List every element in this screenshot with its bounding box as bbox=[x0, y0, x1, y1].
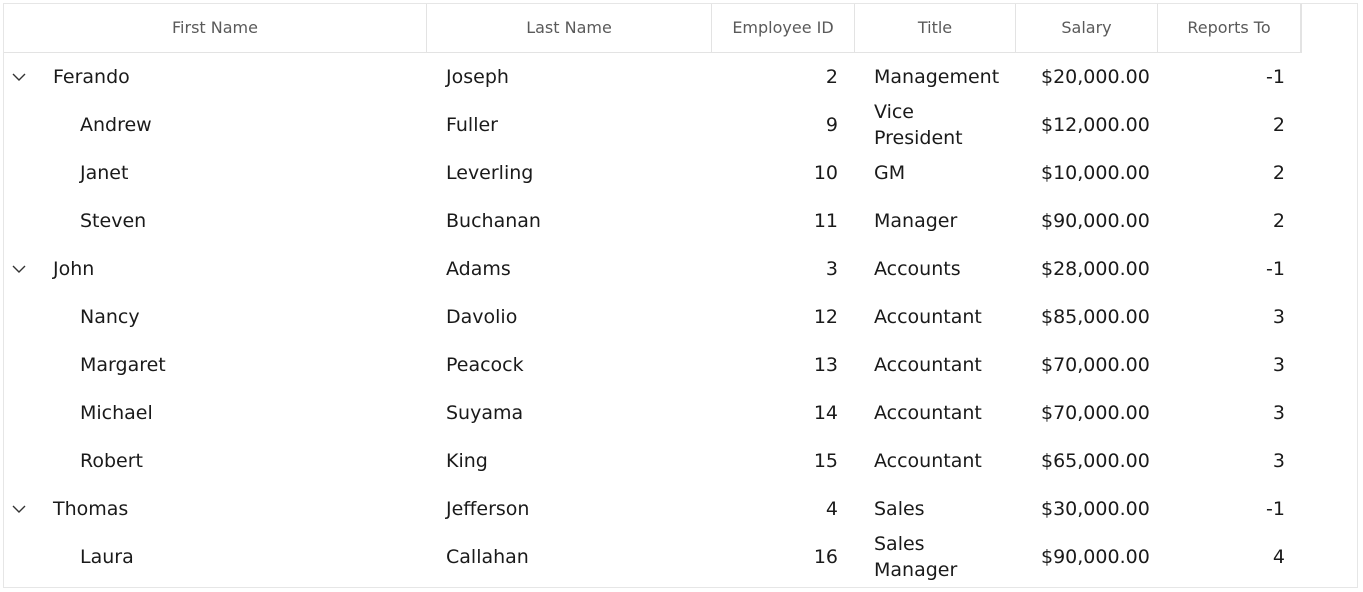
cell-first-name: John bbox=[53, 258, 95, 280]
cell-salary: $12,000.00 bbox=[1041, 114, 1150, 136]
cell-title: Sales Manager bbox=[874, 533, 958, 581]
cell-last-name: Leverling bbox=[446, 162, 534, 184]
cell-last-name: Buchanan bbox=[446, 210, 541, 232]
cell-last-name: Fuller bbox=[446, 114, 498, 136]
cell-reports-to: 2 bbox=[1272, 210, 1285, 232]
cell-title: Sales bbox=[874, 498, 925, 520]
cell-last-name: Joseph bbox=[446, 66, 509, 88]
cell-first-name: Andrew bbox=[80, 114, 152, 136]
table-row[interactable]: Janet Leverling 10 GM $10,000.00 2 bbox=[4, 149, 1304, 197]
column-header-salary[interactable]: Salary bbox=[1016, 4, 1158, 52]
cell-employee-id: 4 bbox=[825, 498, 838, 520]
cell-salary: $10,000.00 bbox=[1041, 162, 1150, 184]
cell-employee-id: 2 bbox=[825, 66, 838, 88]
table-row[interactable]: Nancy Davolio 12 Accountant $85,000.00 3 bbox=[4, 293, 1304, 341]
cell-first-name: Thomas bbox=[53, 498, 129, 520]
cell-title: Accountant bbox=[874, 306, 982, 328]
cell-reports-to: 3 bbox=[1272, 402, 1285, 424]
cell-reports-to: 2 bbox=[1272, 114, 1285, 136]
column-header-first-name[interactable]: First Name bbox=[4, 4, 427, 52]
column-header-title[interactable]: Title bbox=[855, 4, 1016, 52]
cell-salary: $28,000.00 bbox=[1041, 258, 1150, 280]
cell-employee-id: 14 bbox=[813, 402, 838, 424]
cell-employee-id: 16 bbox=[813, 546, 838, 568]
chevron-down-icon[interactable] bbox=[10, 485, 28, 533]
cell-employee-id: 9 bbox=[825, 114, 838, 136]
cell-salary: $90,000.00 bbox=[1041, 546, 1150, 568]
cell-title: Accountant bbox=[874, 402, 982, 424]
table-row[interactable]: Michael Suyama 14 Accountant $70,000.00 3 bbox=[4, 389, 1304, 437]
table-row[interactable]: Ferando Joseph 2 Management $20,000.00 -1 bbox=[4, 53, 1304, 101]
chevron-down-icon[interactable] bbox=[10, 245, 28, 293]
column-header-row: First Name Last Name Employee ID Title S… bbox=[4, 4, 1302, 53]
cell-last-name: Adams bbox=[446, 258, 511, 280]
cell-last-name: King bbox=[446, 450, 488, 472]
cell-salary: $20,000.00 bbox=[1041, 66, 1150, 88]
cell-reports-to: -1 bbox=[1266, 258, 1285, 280]
cell-last-name: Davolio bbox=[446, 306, 518, 328]
cell-reports-to: -1 bbox=[1266, 498, 1285, 520]
column-header-reports-to[interactable]: Reports To bbox=[1158, 4, 1301, 52]
table-row[interactable]: Margaret Peacock 13 Accountant $70,000.00 3 bbox=[4, 341, 1304, 389]
cell-reports-to: 3 bbox=[1272, 450, 1285, 472]
cell-reports-to: 2 bbox=[1272, 162, 1285, 184]
cell-title: GM bbox=[874, 162, 906, 184]
table-row[interactable]: John Adams 3 Accounts $28,000.00 -1 bbox=[4, 245, 1304, 293]
cell-title: Manager bbox=[874, 210, 958, 232]
table-row[interactable]: Robert King 15 Accountant $65,000.00 3 bbox=[4, 437, 1304, 485]
cell-title: Accountant bbox=[874, 354, 982, 376]
cell-first-name: Margaret bbox=[80, 354, 166, 376]
chevron-down-icon[interactable] bbox=[10, 53, 28, 101]
cell-reports-to: 3 bbox=[1272, 354, 1285, 376]
cell-title: Vice President bbox=[874, 101, 963, 149]
cell-last-name: Suyama bbox=[446, 402, 524, 424]
cell-first-name: Nancy bbox=[80, 306, 140, 328]
cell-salary: $85,000.00 bbox=[1041, 306, 1150, 328]
cell-employee-id: 13 bbox=[813, 354, 838, 376]
cell-employee-id: 15 bbox=[813, 450, 838, 472]
cell-last-name: Jefferson bbox=[446, 498, 530, 520]
cell-last-name: Callahan bbox=[446, 546, 529, 568]
table-row[interactable]: Steven Buchanan 11 Manager $90,000.00 2 bbox=[4, 197, 1304, 245]
cell-salary: $70,000.00 bbox=[1041, 354, 1150, 376]
cell-title: Accountant bbox=[874, 450, 982, 472]
cell-salary: $90,000.00 bbox=[1041, 210, 1150, 232]
cell-employee-id: 11 bbox=[813, 210, 838, 232]
tree-grid: First Name Last Name Employee ID Title S… bbox=[3, 3, 1358, 588]
cell-reports-to: 4 bbox=[1272, 546, 1285, 568]
cell-reports-to: 3 bbox=[1272, 306, 1285, 328]
cell-first-name: Michael bbox=[80, 402, 153, 424]
cell-salary: $70,000.00 bbox=[1041, 402, 1150, 424]
cell-first-name: Laura bbox=[80, 546, 134, 568]
cell-salary: $30,000.00 bbox=[1041, 498, 1150, 520]
column-header-last-name[interactable]: Last Name bbox=[427, 4, 712, 52]
table-row[interactable]: Andrew Fuller 9 Vice President $12,000.00 2 bbox=[4, 101, 1304, 149]
column-header-employee-id[interactable]: Employee ID bbox=[712, 4, 855, 52]
cell-salary: $65,000.00 bbox=[1041, 450, 1150, 472]
table-row[interactable]: Thomas Jefferson 4 Sales $30,000.00 -1 bbox=[4, 485, 1304, 533]
cell-first-name: Steven bbox=[80, 210, 147, 232]
cell-reports-to: -1 bbox=[1266, 66, 1285, 88]
cell-first-name: Ferando bbox=[53, 66, 130, 88]
cell-employee-id: 12 bbox=[813, 306, 838, 328]
cell-employee-id: 3 bbox=[825, 258, 838, 280]
cell-first-name: Robert bbox=[80, 450, 143, 472]
cell-first-name: Janet bbox=[80, 162, 129, 184]
cell-title: Accounts bbox=[874, 258, 961, 280]
cell-last-name: Peacock bbox=[446, 354, 524, 376]
cell-title: Management bbox=[874, 66, 1000, 88]
cell-employee-id: 10 bbox=[813, 162, 838, 184]
table-row[interactable]: Laura Callahan 16 Sales Manager $90,000.00 4 bbox=[4, 533, 1304, 581]
